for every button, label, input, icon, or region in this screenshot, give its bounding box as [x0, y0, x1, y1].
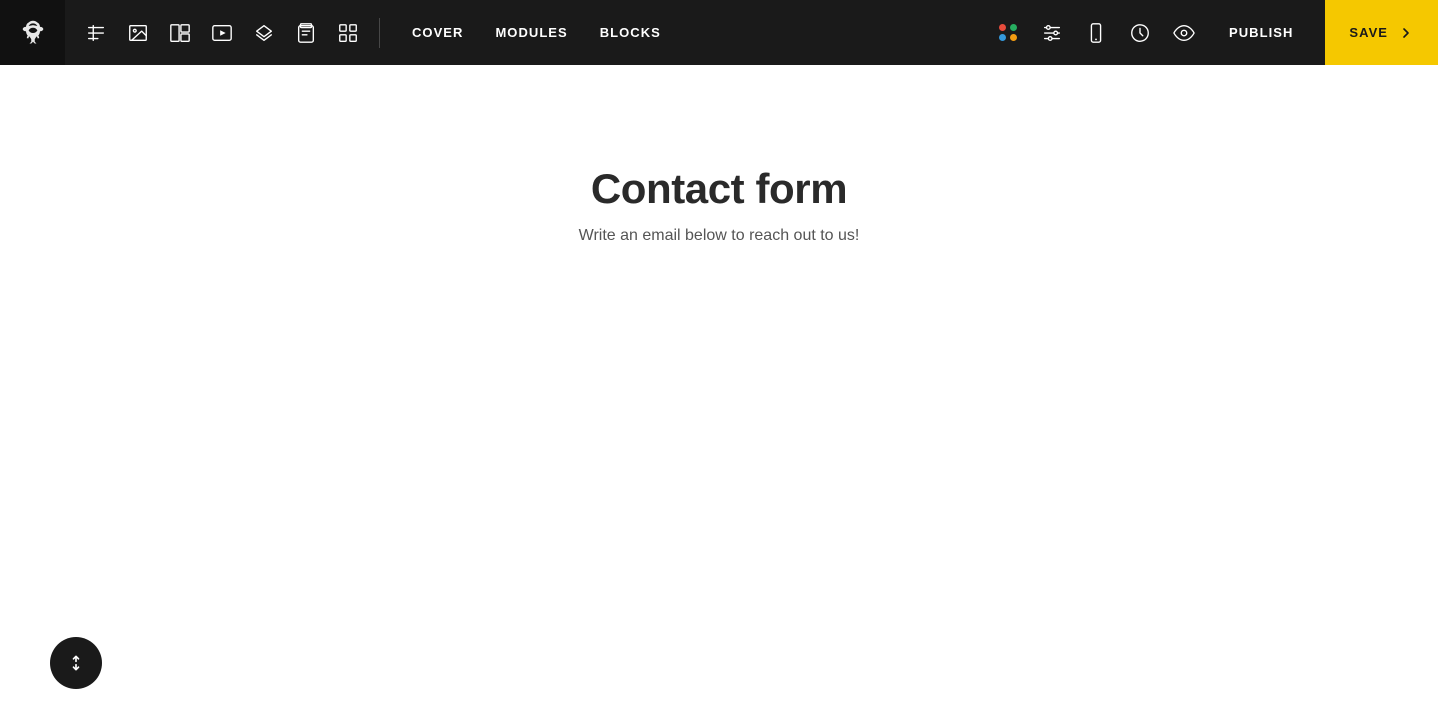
pattern-icon [337, 22, 359, 44]
scroll-icon [66, 653, 86, 673]
logo[interactable] [0, 0, 65, 65]
save-button[interactable]: SAVE [1325, 0, 1438, 65]
video-icon [211, 22, 233, 44]
preview-button[interactable] [1165, 14, 1203, 52]
text-tool-button[interactable] [77, 14, 115, 52]
eye-icon [1173, 22, 1195, 44]
nav-cover[interactable]: COVER [396, 17, 479, 48]
mobile-icon [1085, 22, 1107, 44]
color-palette-button[interactable] [989, 14, 1027, 52]
layout-tool-button[interactable] [245, 14, 283, 52]
main-content: Contact form Write an email below to rea… [0, 65, 1438, 719]
nav-modules[interactable]: MODULES [479, 17, 583, 48]
settings-icon [1041, 22, 1063, 44]
publish-button[interactable]: PUBLISH [1209, 17, 1313, 48]
toolbar: COVER MODULES BLOCKS [0, 0, 1438, 65]
nav-blocks[interactable]: BLOCKS [584, 17, 677, 48]
text-icon [85, 22, 107, 44]
toolbar-tools [65, 14, 379, 52]
toolbar-nav: COVER MODULES BLOCKS [380, 17, 693, 48]
layout-icon [253, 22, 275, 44]
image-tool-button[interactable] [119, 14, 157, 52]
chevron-right-icon [1398, 25, 1414, 41]
form-icon [295, 22, 317, 44]
form-tool-button[interactable] [287, 14, 325, 52]
page-subtitle: Write an email below to reach out to us! [579, 227, 860, 245]
mobile-preview-button[interactable] [1077, 14, 1115, 52]
history-button[interactable] [1121, 14, 1159, 52]
video-tool-button[interactable] [203, 14, 241, 52]
toolbar-right-tools: PUBLISH [977, 14, 1325, 52]
page-title: Contact form [591, 165, 847, 213]
gallery-icon [169, 22, 191, 44]
save-label: SAVE [1349, 25, 1388, 40]
scroll-button[interactable] [50, 637, 102, 689]
history-icon [1129, 22, 1151, 44]
logo-icon [19, 19, 47, 47]
color-dots-icon [999, 24, 1017, 42]
settings-button[interactable] [1033, 14, 1071, 52]
image-icon [127, 22, 149, 44]
gallery-tool-button[interactable] [161, 14, 199, 52]
pattern-tool-button[interactable] [329, 14, 367, 52]
